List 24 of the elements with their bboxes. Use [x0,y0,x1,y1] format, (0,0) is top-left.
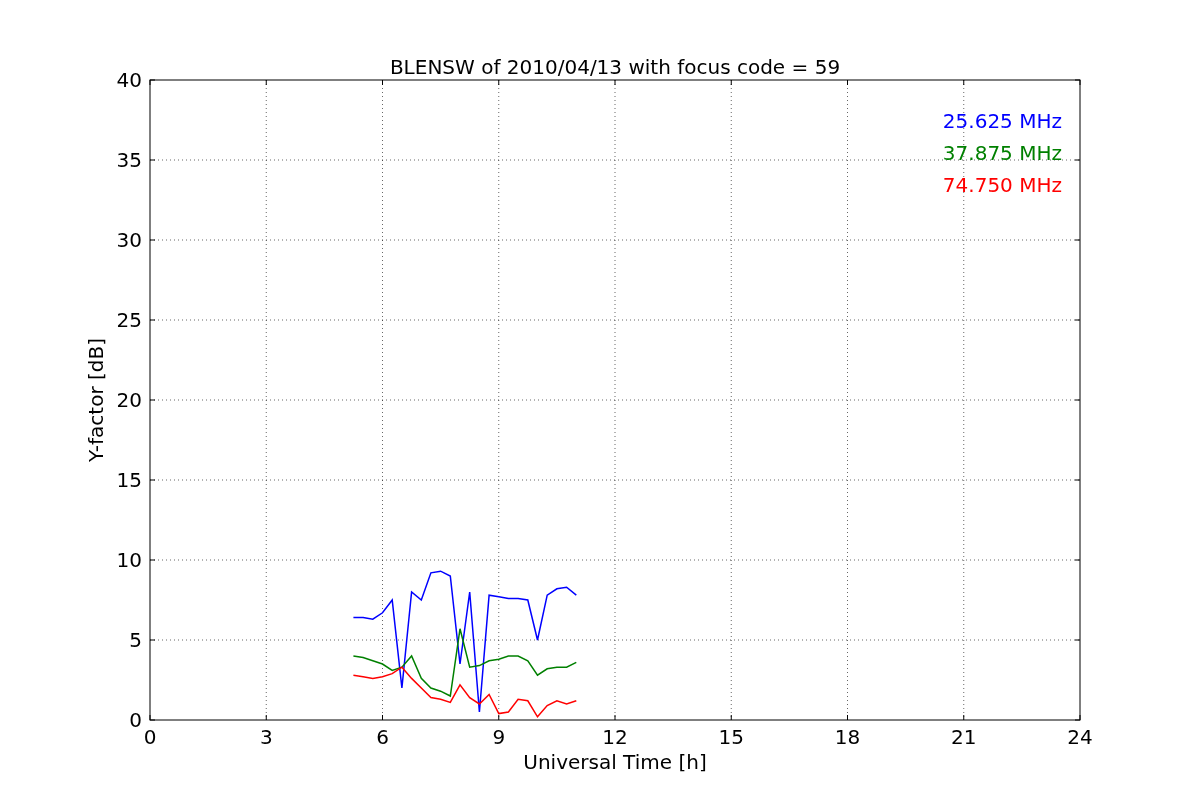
x-tick-label: 3 [259,725,273,749]
x-tick-label: 12 [602,725,628,749]
y-tick-label: 25 [116,308,142,332]
y-tick-label: 35 [116,148,142,172]
y-tick-label: 20 [116,388,142,412]
y-tick-label: 10 [116,548,142,572]
x-axis-label: Universal Time [h] [523,750,707,774]
x-tick-label: 9 [492,725,506,749]
x-tick-label: 6 [376,725,389,749]
x-tick-label: 0 [143,725,157,749]
x-tick-label: 15 [718,725,744,749]
y-tick-label: 5 [129,628,142,652]
y-tick-label: 30 [116,228,142,252]
y-axis-label: Y-factor [dB] [84,338,108,462]
x-tick-label: 18 [834,725,861,749]
y-tick-label: 0 [129,708,142,732]
x-tick-label: 24 [1067,725,1093,749]
legend-label: 37.875 MHz [942,141,1062,165]
chart-title: BLENSW of 2010/04/13 with focus code = 59 [389,55,841,79]
legend-label: 25.625 MHz [942,109,1062,133]
y-tick-label: 15 [116,468,142,492]
legend-label: 74.750 MHz [942,173,1062,197]
y-tick-label: 40 [116,68,142,92]
x-tick-label: 21 [951,725,977,749]
